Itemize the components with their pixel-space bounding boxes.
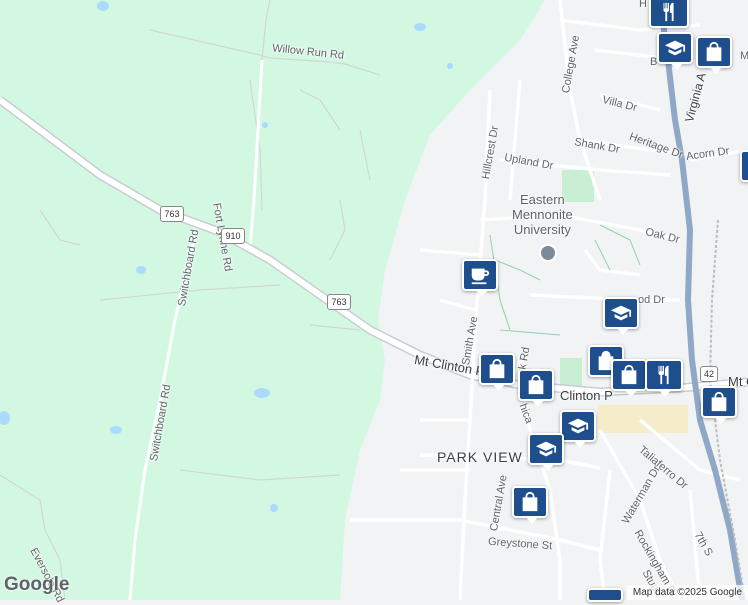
label-h: H — [639, 0, 647, 10]
shopping-bag-icon[interactable] — [518, 369, 554, 407]
label-clinton-pike-2: Clinton P — [560, 388, 613, 403]
route-shield-763: 763 — [160, 206, 184, 222]
shopping-bag-icon[interactable] — [740, 150, 748, 182]
label-park-view: PARK VIEW — [437, 449, 523, 465]
shopping-bag-icon[interactable] — [512, 486, 548, 524]
campus-green-2 — [560, 358, 582, 386]
university-marker-icon[interactable] — [539, 244, 557, 262]
restaurant-icon[interactable] — [645, 359, 683, 397]
shopping-bag-icon[interactable] — [696, 36, 732, 74]
restaurant-icon[interactable] — [649, 0, 689, 28]
education-icon[interactable] — [560, 410, 596, 448]
map-attribution[interactable]: Map data ©2025 Google — [626, 585, 748, 600]
shopping-bag-icon[interactable] — [611, 359, 647, 397]
shopping-bag-icon[interactable] — [701, 386, 737, 424]
education-icon[interactable] — [657, 32, 693, 70]
label-ma: Ma — [740, 50, 748, 62]
label-wood-dr: od Dr — [638, 294, 665, 306]
education-icon[interactable] — [603, 297, 639, 335]
route-shield-42: 42 — [700, 366, 718, 382]
campus-area — [598, 405, 688, 433]
shopping-bag-icon[interactable] — [479, 353, 515, 391]
coffee-icon[interactable] — [462, 259, 498, 297]
education-icon[interactable] — [528, 433, 564, 471]
label-eastern-mennonite-university: Eastern Mennonite University — [512, 192, 573, 237]
route-shield-910: 910 — [221, 228, 245, 244]
route-shield-763-b: 763 — [327, 294, 351, 310]
google-logo[interactable]: Google — [4, 574, 69, 596]
